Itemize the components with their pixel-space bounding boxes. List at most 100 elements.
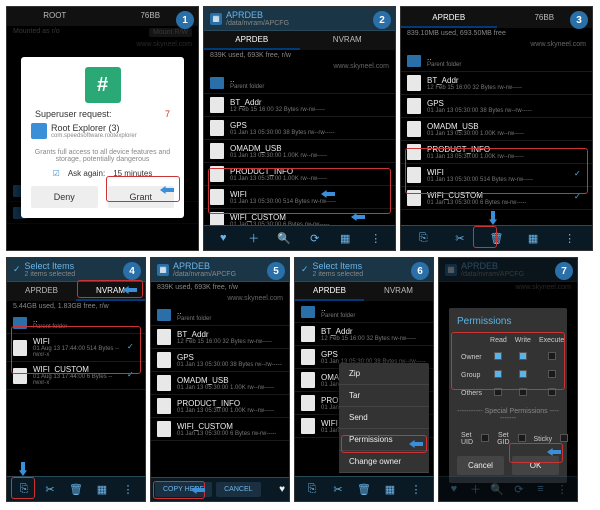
checkbox[interactable] [548,352,556,360]
list-item[interactable]: GPS01 Jan 13 05:30:00 38 Bytes rw--rw---… [204,117,395,140]
delete-icon[interactable]: 🗑 [488,230,504,246]
ctx-change-owner[interactable]: Change owner [339,451,429,473]
tab-aprdeb[interactable]: APRDEB [7,282,76,301]
tab-aprdeb[interactable]: APRDEB [295,282,364,301]
superuser-dialog: # Superuser request:7 Root Explorer (3)c… [21,57,184,218]
list-item[interactable]: BT_Addr12 Feb 15 16:00 32 Bytes rw-rw---… [151,326,289,349]
ctx-send[interactable]: Send [339,407,429,429]
select-icon[interactable]: ▦ [382,481,398,497]
done-icon[interactable]: ✓ [301,264,309,275]
list-item[interactable]: PRODUCT_INFO01 Jan 13 05:30:00 1.00K rw-… [151,395,289,418]
list-item[interactable]: ..Parent folder [295,301,433,323]
tab-row: ROOT 76BB [7,7,198,26]
menu-icon[interactable]: ⋮ [554,481,570,497]
list-item[interactable]: GPS01 Jan 13 05:30:00 38 Bytes rw--rw---… [151,349,289,372]
bottom-bar: ⎘ ✂ 🗑 ▦ ⋮ [295,476,433,501]
app-icon: ▦ [445,264,457,276]
tab-nvram[interactable]: NVRAM [300,31,396,50]
warning-text: Grants full access to all device feature… [31,149,174,163]
menu-icon[interactable]: ⋮ [368,230,384,246]
refresh-icon[interactable]: ⟳ [307,230,323,246]
ctx-tar[interactable]: Tar [339,385,429,407]
checkbox[interactable] [519,352,527,360]
app-icon [31,123,47,139]
copy-icon[interactable]: ⎘ [16,481,32,497]
file-list: ..Parent folder BT_Addr12 Feb 15 16:00 3… [204,72,395,232]
cancel-button[interactable]: CANCEL [216,482,260,497]
favorite-icon[interactable]: ♥ [279,484,285,495]
checkbox[interactable] [548,370,556,378]
screen-6: 6 ✓Select Items2 items selected APRDEB N… [294,257,434,502]
ok-button[interactable]: OK [512,456,559,475]
new-icon[interactable]: ＋ [246,230,262,246]
cut-icon[interactable]: ✂ [330,481,346,497]
deny-button[interactable]: Deny [31,186,98,208]
delete-icon[interactable]: 🗑 [68,481,84,497]
search-icon[interactable]: 🔍 [276,230,292,246]
checkbox[interactable] [494,352,502,360]
cut-icon[interactable]: ✂ [42,481,58,497]
list-item[interactable]: BT_Addr12 Feb 15 16:00 32 Bytes rw-rw---… [295,323,433,346]
list-item-wifi-custom[interactable]: WIFI_CUSTOM01 Aug 13 17:44:00 6 Bytes --… [7,362,145,390]
search-icon[interactable]: 🔍 [489,481,505,497]
refresh-icon[interactable]: ⟳ [511,481,527,497]
special-perm-table: Set UID Set GID Sticky [457,428,572,450]
view-icon[interactable]: ≡ [532,481,548,497]
copy-icon[interactable]: ⎘ [415,230,431,246]
list-item[interactable]: BT_Addr12 Feb 15 16:00 32 Bytes rw-rw---… [401,72,592,95]
list-item[interactable]: PRODUCT_INFO01 Jan 13 05:30:00 1.00K rw-… [401,141,592,164]
list-item[interactable]: OMADM_USB01 Jan 13 05:30:00 1.00K rw--rw… [151,372,289,395]
new-icon[interactable]: ＋ [467,481,483,497]
cut-icon[interactable]: ✂ [452,230,468,246]
checkbox[interactable] [519,388,527,396]
checkbox[interactable] [494,388,502,396]
list-item[interactable]: OMADM_USB01 Jan 13 05:30:00 1.00K rw--rw… [401,118,592,141]
list-item[interactable]: ..Parent folder [401,50,592,72]
list-item-wifi[interactable]: WIFI01 Jan 13 05:30:00 514 Bytes rw-rw--… [401,164,592,187]
list-item[interactable]: OMADM_USB01 Jan 13 05:30:00 1.00K rw--rw… [204,140,395,163]
file-icon [301,349,315,365]
cancel-button[interactable]: Cancel [457,456,504,475]
delete-icon[interactable]: 🗑 [356,481,372,497]
list-item[interactable]: ..Parent folder [204,72,395,94]
tab-aprdeb[interactable]: APRDEB [401,9,497,28]
checkbox[interactable] [494,370,502,378]
copy-icon[interactable]: ⎘ [304,481,320,497]
select-icon[interactable]: ▦ [94,481,110,497]
ctx-zip[interactable]: Zip [339,363,429,385]
list-item[interactable]: BT_Addr12 Feb 15 16:00 32 Bytes rw-rw---… [204,94,395,117]
list-item-wifi-custom[interactable]: WIFI_CUSTOM01 Jan 13 05:30:00 6 Bytes rw… [401,187,592,210]
ask-again-row[interactable]: ☑Ask again:15 minutes [31,169,174,178]
checkbox[interactable] [560,434,568,442]
list-item[interactable]: ..Parent folder [7,312,145,334]
view-icon[interactable]: ▦ [337,230,353,246]
ctx-permissions[interactable]: Permissions [339,429,429,451]
tab-row: APRDEB 76BB [401,7,592,28]
checkbox[interactable] [481,434,489,442]
list-item[interactable]: PRODUCT_INFO01 Jan 13 05:30:00 1.00K rw-… [204,163,395,186]
list-item-wifi[interactable]: WIFI01 Aug 13 17:44:00 514 Bytes --rwxr-… [7,334,145,362]
list-item[interactable]: WIFI_CUSTOM01 Jan 13 05:30:00 6 Bytes rw… [151,418,289,441]
tab-nvram[interactable]: NVRAM [364,282,433,301]
done-icon[interactable]: ✓ [13,264,21,275]
tab-aprdeb[interactable]: APRDEB [204,31,300,50]
dialog-title: Superuser request:7 [31,109,174,119]
favorite-icon[interactable]: ♥ [215,230,231,246]
list-item[interactable]: GPS01 Jan 13 05:30:00 38 Bytes rw--rw---… [401,95,592,118]
menu-icon[interactable]: ⋮ [408,481,424,497]
tab-root[interactable]: ROOT [7,7,103,26]
check-icon: ✓ [574,169,586,181]
bottom-bar: ⎘ ✂ 🗑 ▦ ⋮ [7,476,145,501]
file-icon [210,120,224,136]
list-item-wifi[interactable]: WIFI01 Jan 13 05:30:00 514 Bytes rw-rw--… [204,186,395,209]
menu-icon[interactable]: ⋮ [120,481,136,497]
folder-icon [13,317,27,329]
favorite-icon[interactable]: ♥ [446,481,462,497]
checkbox[interactable] [519,370,527,378]
select-icon[interactable]: ▦ [525,230,541,246]
storage-status: 839.10MB used, 693.50MB free [401,28,592,39]
checkbox[interactable] [518,434,526,442]
checkbox[interactable] [548,388,556,396]
list-item[interactable]: ..Parent folder [151,304,289,326]
menu-icon[interactable]: ⋮ [562,230,578,246]
